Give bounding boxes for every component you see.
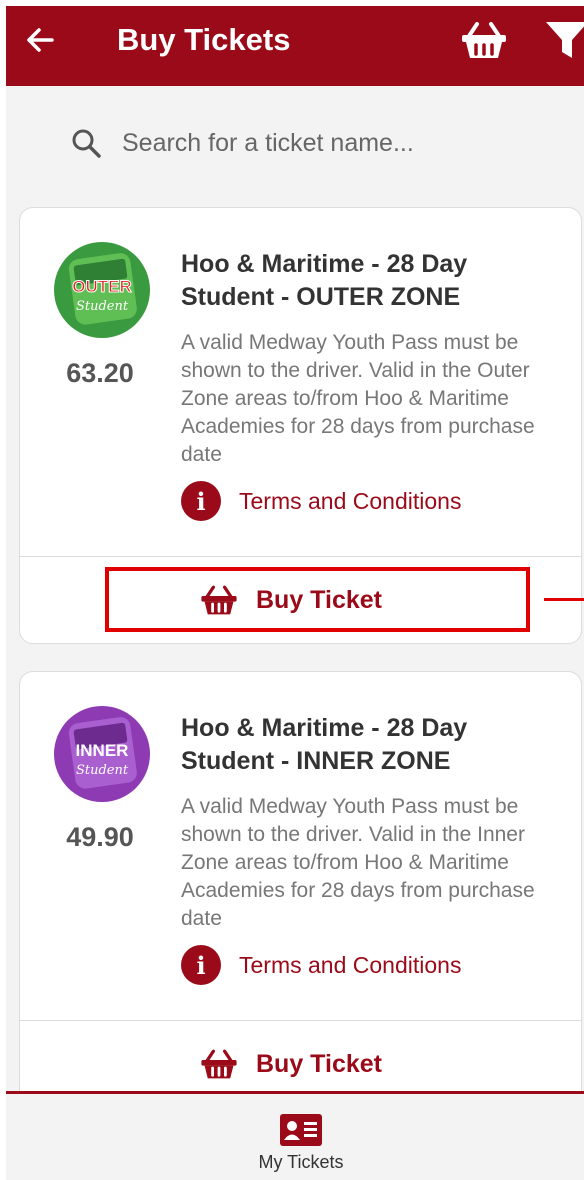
basket-button[interactable] [459,18,509,62]
ticket-description: A valid Medway Youth Pass must be shown … [181,331,535,466]
nav-my-tickets[interactable]: My Tickets [231,1094,371,1180]
back-button[interactable] [20,20,60,60]
card-divider [20,556,581,557]
search-input[interactable] [122,128,502,158]
terms-label: Terms and Conditions [239,487,462,514]
svg-text:Student: Student [76,763,129,778]
outer-student-logo: OUTER Student [54,242,150,338]
basket-icon [462,22,506,58]
search-icon [66,123,106,163]
info-icon: i [181,945,221,985]
bottom-nav: My Tickets [6,1091,584,1180]
highlight-pointer-line [544,598,584,601]
info-icon: i [181,481,221,521]
page-title: Buy Tickets [117,22,291,57]
app-header: Buy Tickets [6,6,584,86]
terms-and-conditions-link[interactable]: i Terms and Conditions [181,481,461,521]
nav-my-tickets-label: My Tickets [258,1152,344,1172]
buy-ticket-label: Buy Ticket [256,585,382,614]
filter-icon [546,22,584,58]
ticket-name: Hoo & Maritime - 28 Day Student - INNER … [181,714,468,775]
svg-text:INNER: INNER [76,741,129,760]
app-screen: Buy Tickets Search for a ticket name... … [6,6,584,1180]
terms-and-conditions-link[interactable]: i Terms and Conditions [181,945,461,985]
ticket-price: 49.90 [66,822,134,852]
ticket-price: 63.20 [66,358,134,388]
terms-label: Terms and Conditions [239,951,462,978]
basket-icon [200,584,238,616]
search-bar[interactable] [66,118,526,168]
buy-ticket-button[interactable]: Buy Ticket [200,1048,382,1080]
filter-button[interactable] [542,16,584,64]
ticket-card: INNER Student 49.90 Hoo & Maritime - 28 … [19,671,582,1131]
basket-icon [200,1048,238,1080]
inner-student-logo: INNER Student [54,706,150,802]
ticket-card: OUTER Student 63.20 Hoo & Maritime - 28 … [19,207,582,644]
ticket-card-icon [280,1114,322,1146]
buy-ticket-label: Buy Ticket [256,1049,382,1078]
arrow-left-icon [27,28,54,52]
svg-text:Student: Student [76,299,129,314]
buy-ticket-button[interactable]: Buy Ticket [200,584,382,616]
ticket-name: Hoo & Maritime - 28 Day Student - OUTER … [181,250,468,311]
svg-text:OUTER: OUTER [72,277,132,296]
ticket-description: A valid Medway Youth Pass must be shown … [181,795,535,930]
card-divider [20,1020,581,1021]
